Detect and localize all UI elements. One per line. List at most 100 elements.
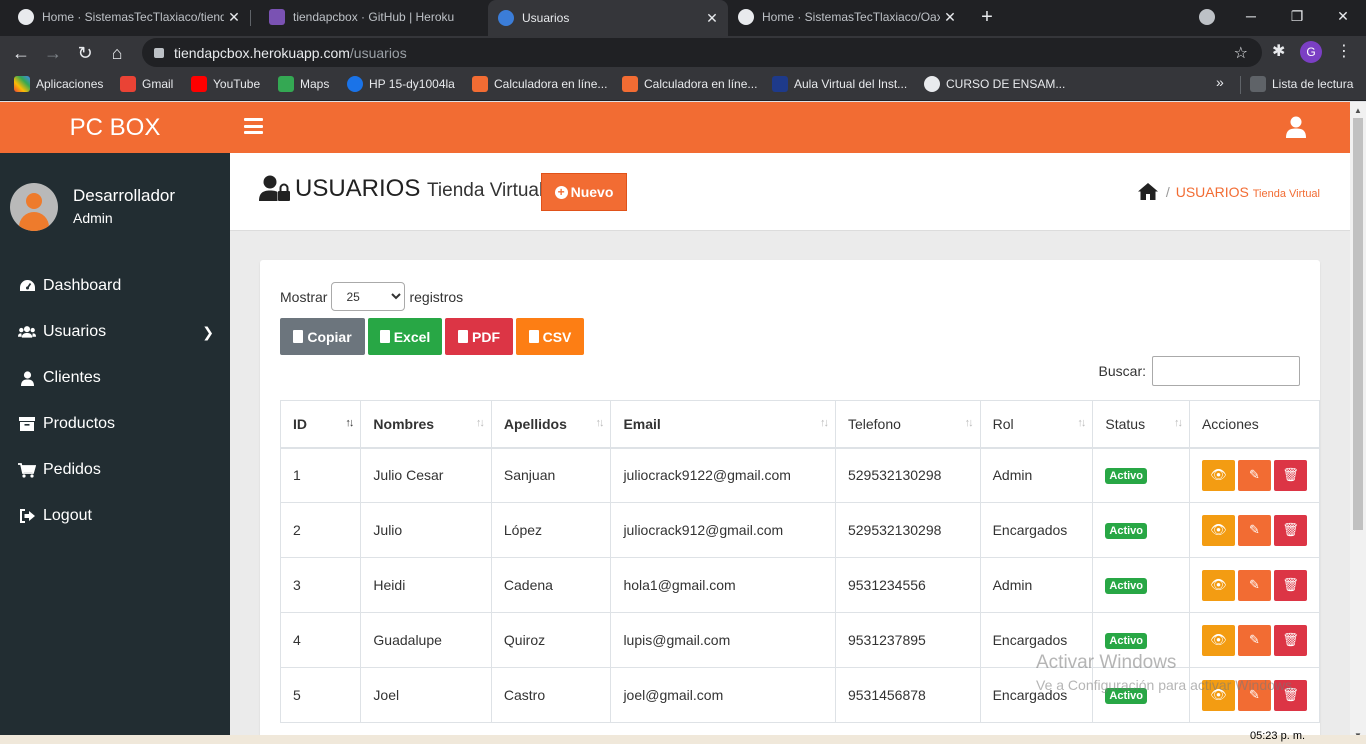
pencil-icon: ✎ xyxy=(1249,467,1260,483)
excel-button[interactable]: Excel xyxy=(368,318,442,355)
youtube-icon xyxy=(191,76,207,92)
column-header-acciones: Acciones xyxy=(1188,400,1321,449)
pencil-icon: ✎ xyxy=(1249,522,1260,537)
tab-search-icon[interactable] xyxy=(1199,9,1215,25)
column-header-nombres[interactable]: Nombres ↑↓ xyxy=(360,400,492,449)
cell-nombres: Joel xyxy=(360,667,492,723)
reading-list[interactable]: Lista de lectura xyxy=(1250,76,1353,92)
cell-nombres: Julio xyxy=(360,502,492,558)
bookmark-label: Calculadora en líne... xyxy=(494,77,608,91)
url-host: tiendapcbox.herokuapp.com xyxy=(174,44,350,61)
column-header-email[interactable]: Email ↑↓ xyxy=(610,400,836,449)
minimize-button[interactable]: ─ xyxy=(1228,0,1274,32)
cell-telefono: 529532130298 xyxy=(834,447,981,503)
sidebar-item-pedidos[interactable]: Pedidos xyxy=(0,447,230,493)
pencil-icon: ✎ xyxy=(1249,577,1260,592)
sidebar-item-dashboard[interactable]: Dashboard xyxy=(0,263,230,309)
browser-tab-3-active[interactable]: Usuarios ✕ xyxy=(488,0,728,36)
export-buttons: Copiar Excel PDF CSV xyxy=(280,318,587,355)
bookmark-hp[interactable]: HP 15-dy1004la xyxy=(347,76,455,92)
bookmark-youtube[interactable]: YouTube xyxy=(191,76,260,92)
view-button[interactable]: 👁 xyxy=(1201,569,1235,601)
browser-tab-2[interactable]: tiendapcbox · GitHub | Heroku xyxy=(251,0,487,34)
column-label: Status xyxy=(1105,415,1146,432)
bookmark-gmail[interactable]: Gmail xyxy=(120,76,173,92)
delete-button[interactable]: 🗑 xyxy=(1273,459,1307,491)
bookmark-aula-virtual[interactable]: Aula Virtual del Inst... xyxy=(772,76,907,92)
bookmark-star-icon[interactable]: ☆ xyxy=(1234,43,1248,63)
profile-avatar[interactable]: G xyxy=(1300,41,1322,63)
bookmark-maps[interactable]: Maps xyxy=(278,76,329,92)
home-button[interactable]: ⌂ xyxy=(104,40,130,66)
sidebar-item-usuarios[interactable]: Usuarios ❯ xyxy=(0,309,230,355)
cell-rol: Encargados xyxy=(979,667,1094,723)
sort-icon: ↑↓ xyxy=(1077,417,1086,429)
edit-button[interactable]: ✎ xyxy=(1237,514,1271,546)
search-input[interactable] xyxy=(1152,356,1300,386)
extensions-icon[interactable]: ✱ xyxy=(1272,41,1285,61)
eye-icon: 👁 xyxy=(1210,577,1227,592)
column-header-status[interactable]: Status ↑↓ xyxy=(1092,400,1190,449)
delete-button[interactable]: 🗑 xyxy=(1273,514,1307,546)
bookmark-calculadora-1[interactable]: Calculadora en líne... xyxy=(472,76,607,92)
browser-tab-4[interactable]: Home · SistemasTecTlaxiaco/Oax ✕ xyxy=(728,0,966,34)
table-row: 3 Heidi Cadena hola1@gmail.com 953123455… xyxy=(279,557,1321,613)
cell-telefono: 9531234556 xyxy=(834,557,981,613)
tab-close-icon[interactable]: ✕ xyxy=(702,10,722,27)
sidebar-item-clientes[interactable]: Clientes xyxy=(0,355,230,401)
page-scrollbar[interactable]: ▲ ▼ xyxy=(1350,102,1366,744)
tab-close-icon[interactable]: ✕ xyxy=(940,9,960,26)
column-header-id[interactable]: ID ↑↓ xyxy=(279,400,362,449)
scroll-up-icon[interactable]: ▲ xyxy=(1354,106,1362,115)
pdf-button[interactable]: PDF xyxy=(445,318,513,355)
bookmark-curso[interactable]: CURSO DE ENSAM... xyxy=(924,76,1065,92)
column-header-rol[interactable]: Rol ↑↓ xyxy=(979,400,1094,449)
view-button[interactable]: 👁 xyxy=(1201,459,1235,491)
sign-out-icon xyxy=(18,508,36,524)
home-icon[interactable] xyxy=(1137,183,1158,200)
edit-button[interactable]: ✎ xyxy=(1237,624,1271,656)
user-menu-icon[interactable] xyxy=(1286,116,1306,138)
edit-button[interactable]: ✎ xyxy=(1237,459,1271,491)
back-button[interactable]: ← xyxy=(8,40,34,66)
eye-icon: 👁 xyxy=(1210,632,1227,647)
excel-label: Excel xyxy=(393,328,431,345)
sidebar-toggle-icon[interactable] xyxy=(244,118,263,134)
trash-icon: 🗑 xyxy=(1282,522,1299,537)
browser-menu-icon[interactable]: ⋮ xyxy=(1336,41,1352,61)
lock-icon[interactable] xyxy=(154,47,164,58)
edit-button[interactable]: ✎ xyxy=(1237,569,1271,601)
page-length-select[interactable]: 25 xyxy=(331,282,406,311)
github-icon xyxy=(18,9,34,25)
cell-status: Activo xyxy=(1092,447,1190,503)
top-navbar: PC BOX xyxy=(0,102,1350,153)
new-tab-button[interactable]: + xyxy=(976,5,998,29)
sidebar-item-productos[interactable]: Productos xyxy=(0,401,230,447)
tab-title: Home · SistemasTecTlaxiaco/tienda xyxy=(42,10,224,24)
delete-button[interactable]: 🗑 xyxy=(1273,624,1307,656)
address-bar[interactable]: tiendapcbox.herokuapp.com/usuarios ☆ xyxy=(142,38,1262,67)
new-user-button[interactable]: + Nuevo xyxy=(541,173,627,211)
forward-button[interactable]: → xyxy=(40,40,66,66)
tab-close-icon[interactable]: ✕ xyxy=(224,9,244,26)
reload-button[interactable]: ↻ xyxy=(72,40,98,66)
view-button[interactable]: 👁 xyxy=(1201,624,1235,656)
delete-button[interactable]: 🗑 xyxy=(1273,569,1307,601)
brand-logo[interactable]: PC BOX xyxy=(0,102,230,153)
bookmark-apps[interactable]: Aplicaciones xyxy=(14,76,103,92)
browser-tab-1[interactable]: Home · SistemasTecTlaxiaco/tienda ✕ xyxy=(0,0,250,34)
column-header-apellidos[interactable]: Apellidos ↑↓ xyxy=(490,400,612,449)
scrollbar-thumb[interactable] xyxy=(1353,118,1363,530)
csv-button[interactable]: CSV xyxy=(516,318,584,355)
heroku-icon xyxy=(269,9,285,25)
more-bookmarks-icon[interactable]: » xyxy=(1216,74,1224,90)
cell-actions: 👁 ✎ 🗑 xyxy=(1188,667,1321,723)
bookmark-calculadora-2[interactable]: Calculadora en líne... xyxy=(622,76,757,92)
view-button[interactable]: 👁 xyxy=(1201,514,1235,546)
sidebar-item-logout[interactable]: Logout xyxy=(0,493,230,539)
column-header-telefono[interactable]: Telefono ↑↓ xyxy=(834,400,981,449)
copy-button[interactable]: Copiar xyxy=(280,318,365,355)
close-window-button[interactable]: ✕ xyxy=(1320,0,1366,32)
restore-button[interactable]: ❐ xyxy=(1274,0,1320,32)
sort-icon: ↑↓ xyxy=(964,417,974,429)
